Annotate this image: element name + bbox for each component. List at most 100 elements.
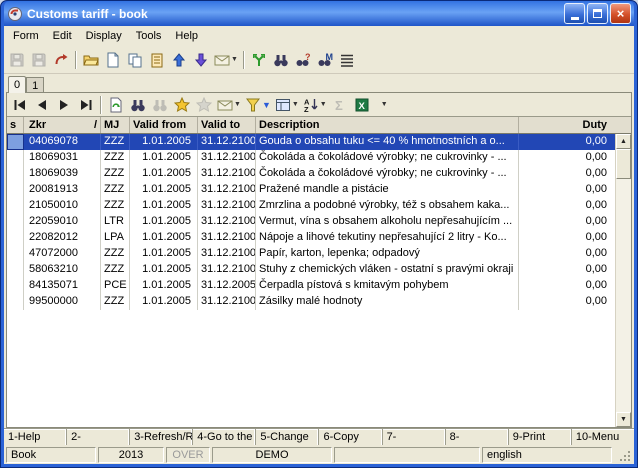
fkey-2[interactable]: 2- xyxy=(67,429,131,445)
table-row[interactable]: 21050010 ZZZ 1.01.2005 31.12.2100 Zmrzli… xyxy=(7,198,615,214)
filter-button[interactable]: ▼ xyxy=(243,94,273,116)
close-button[interactable]: × xyxy=(610,3,631,24)
status-spacer xyxy=(334,447,480,463)
fkey-1-help[interactable]: 1-Help xyxy=(4,429,68,445)
summary-button[interactable]: Σ xyxy=(329,94,351,116)
cell-valid-from: 1.01.2005 xyxy=(130,246,198,262)
table-row[interactable]: 84135071 PCE 1.01.2005 31.12.2005 Čerpad… xyxy=(7,278,615,294)
row-selector-cell[interactable] xyxy=(7,278,24,294)
find-next-button[interactable]: ? xyxy=(292,49,314,71)
scroll-down-button[interactable]: ▼ xyxy=(616,412,631,427)
menu-tools[interactable]: Tools xyxy=(129,28,169,44)
table-row[interactable]: 18069031 ZZZ 1.01.2005 31.12.2100 Čokolá… xyxy=(7,150,615,166)
undo-button[interactable] xyxy=(50,49,72,71)
cell-valid-to: 31.12.2100 xyxy=(198,134,256,150)
table-row[interactable]: 04069078 ZZZ 1.01.2005 31.12.2100 Gouda … xyxy=(7,134,615,150)
title-bar[interactable]: Customs tariff - book × xyxy=(4,1,634,26)
previous-record-button[interactable] xyxy=(31,94,53,116)
bookmark-button[interactable] xyxy=(171,94,193,116)
tab-0[interactable]: 0 xyxy=(8,76,27,93)
vertical-scrollbar[interactable]: ▲ ▼ xyxy=(615,134,631,427)
menu-help[interactable]: Help xyxy=(168,28,205,44)
copy-button[interactable] xyxy=(124,49,146,71)
table-row[interactable]: 22082012 LPA 1.01.2005 31.12.2100 Nápoje… xyxy=(7,230,615,246)
fkey-4-goto[interactable]: 4-Go to the xyxy=(193,429,257,445)
fkey-10-menu[interactable]: 10-Menu xyxy=(572,429,634,445)
find-button[interactable] xyxy=(270,49,292,71)
table-row[interactable]: 47072000 ZZZ 1.01.2005 31.12.2100 Papír,… xyxy=(7,246,615,262)
excel-export-button[interactable]: X xyxy=(351,94,373,116)
cell-valid-to: 31.12.2100 xyxy=(198,294,256,310)
row-selector-cell[interactable] xyxy=(7,150,24,166)
star-icon xyxy=(174,96,190,112)
save-button[interactable] xyxy=(6,49,28,71)
save-as-button[interactable] xyxy=(28,49,50,71)
cell-valid-from: 1.01.2005 xyxy=(130,294,198,310)
column-header-mj[interactable]: MJ xyxy=(101,117,130,133)
table-row[interactable]: 58063210 ZZZ 1.01.2005 31.12.2100 Stuhy … xyxy=(7,262,615,278)
row-selector-cell[interactable] xyxy=(7,294,24,310)
fkey-5-change[interactable]: 5-Change xyxy=(256,429,320,445)
tab-1[interactable]: 1 xyxy=(26,77,45,92)
row-selector-cell[interactable] xyxy=(7,198,24,214)
send-mail-button[interactable]: ▼ xyxy=(212,49,240,71)
open-button[interactable] xyxy=(80,49,102,71)
table-row[interactable]: 20081913 ZZZ 1.01.2005 31.12.2100 Pražen… xyxy=(7,182,615,198)
fkey-3-refresh[interactable]: 3-Refresh/R xyxy=(130,429,194,445)
cell-mj: PCE xyxy=(101,278,130,294)
refresh-button[interactable] xyxy=(105,94,127,116)
row-selector-cell[interactable] xyxy=(7,134,24,150)
row-selector-cell[interactable] xyxy=(7,262,24,278)
new-button[interactable] xyxy=(102,49,124,71)
row-selector-cell[interactable] xyxy=(7,230,24,246)
binoculars-icon xyxy=(131,99,145,111)
row-selector-cell[interactable] xyxy=(7,166,24,182)
app-window: Customs tariff - book × Form Edit Displa… xyxy=(0,0,638,468)
paste-button[interactable] xyxy=(146,49,168,71)
table-row[interactable]: 22059010 LTR 1.01.2005 31.12.2100 Vermut… xyxy=(7,214,615,230)
menu-display[interactable]: Display xyxy=(79,28,129,44)
column-header-zkr[interactable]: Zkr / xyxy=(24,117,101,133)
mail-icon xyxy=(217,100,233,110)
row-selector-cell[interactable] xyxy=(7,182,24,198)
table-row[interactable]: 18069039 ZZZ 1.01.2005 31.12.2100 Čokolá… xyxy=(7,166,615,182)
table-row[interactable]: 99500000 ZZZ 1.01.2005 31.12.2100 Zásilk… xyxy=(7,294,615,310)
next-record-button[interactable] xyxy=(53,94,75,116)
maximize-button[interactable] xyxy=(587,3,608,24)
form-grid-icon xyxy=(275,98,290,111)
fkey-6-copy[interactable]: 6-Copy xyxy=(319,429,383,445)
scroll-up-button[interactable]: ▲ xyxy=(616,134,631,149)
previous-record-icon xyxy=(38,99,46,110)
column-header-description[interactable]: Description xyxy=(256,117,519,133)
bookmark-all-button[interactable] xyxy=(193,94,215,116)
menu-edit[interactable]: Edit xyxy=(46,28,79,44)
fkey-7[interactable]: 7- xyxy=(383,429,446,445)
column-header-selector[interactable]: s xyxy=(7,117,24,133)
cell-zkr: 18069039 xyxy=(24,166,101,182)
mail-record-button[interactable]: ▼ xyxy=(215,94,243,116)
first-record-button[interactable] xyxy=(9,94,31,116)
find-record-button[interactable] xyxy=(127,94,149,116)
move-up-button[interactable] xyxy=(168,49,190,71)
find-advanced-button[interactable]: M xyxy=(314,49,336,71)
scroll-track[interactable] xyxy=(616,179,631,412)
move-down-button[interactable] xyxy=(190,49,212,71)
fkey-8[interactable]: 8- xyxy=(446,429,509,445)
last-record-button[interactable] xyxy=(75,94,97,116)
column-header-duty[interactable]: Duty xyxy=(519,117,615,133)
row-selector-cell[interactable] xyxy=(7,214,24,230)
scroll-thumb[interactable] xyxy=(616,149,631,179)
find-all-button[interactable] xyxy=(149,94,171,116)
more-options-button[interactable]: ▼ xyxy=(373,94,395,116)
row-selector-cell[interactable] xyxy=(7,246,24,262)
list-button[interactable] xyxy=(336,49,358,71)
resize-grip[interactable] xyxy=(614,447,632,463)
menu-form[interactable]: Form xyxy=(6,28,46,44)
column-header-valid-to[interactable]: Valid to xyxy=(198,117,256,133)
export-button[interactable] xyxy=(248,49,270,71)
fkey-9-print[interactable]: 9-Print xyxy=(509,429,572,445)
minimize-button[interactable] xyxy=(564,3,585,24)
form-view-button[interactable]: ▼ xyxy=(273,94,301,116)
sort-button[interactable]: A Z ▼ xyxy=(301,94,329,116)
column-header-valid-from[interactable]: Valid from xyxy=(130,117,198,133)
